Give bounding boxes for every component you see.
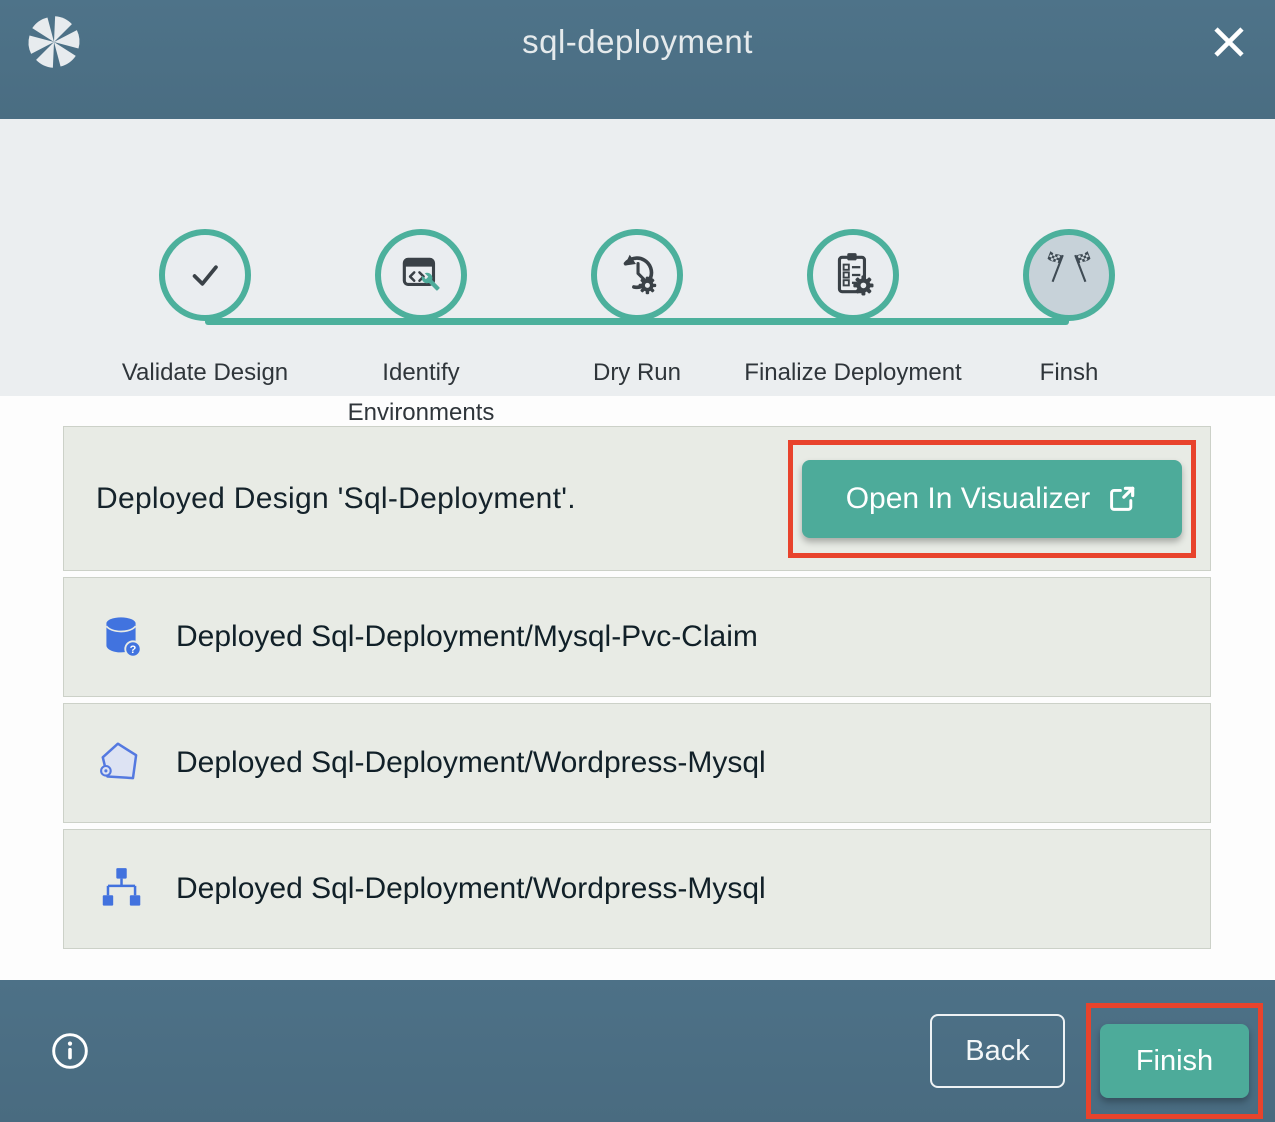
step-circle <box>1023 229 1115 321</box>
external-link-icon <box>1106 483 1138 515</box>
result-row-text: Deployed Sql-Deployment/Wordpress-Mysql <box>176 872 766 906</box>
deployment-wizard-dialog: sql-deployment Validate Design <box>0 0 1275 1122</box>
open-in-visualizer-button[interactable]: Open In Visualizer <box>802 460 1182 538</box>
step-label: Finsh <box>959 353 1179 393</box>
result-row-mysql-pvc-claim: ? Deployed Sql-Deployment/Mysql-Pvc-Clai… <box>63 577 1211 697</box>
result-row-wordpress-mysql-1: Deployed Sql-Deployment/Wordpress-Mysql <box>63 703 1211 823</box>
step-label: Finalize Deployment <box>743 353 963 393</box>
step-label: Identify Environments <box>311 353 531 433</box>
close-x-icon <box>1211 24 1247 60</box>
dialog-footer: Back Finish <box>0 980 1275 1122</box>
dialog-title: sql-deployment <box>0 23 1275 61</box>
close-button[interactable] <box>1209 22 1249 62</box>
step-finalize-deployment: Finalize Deployment <box>743 119 963 393</box>
svg-text:?: ? <box>130 644 137 656</box>
check-icon <box>180 250 230 300</box>
info-icon <box>50 1031 90 1071</box>
step-circle <box>807 229 899 321</box>
result-row-text: Deployed Sql-Deployment/Wordpress-Mysql <box>176 746 766 780</box>
highlight-box-finish: Finish <box>1086 1003 1263 1119</box>
database-icon: ? <box>96 612 146 662</box>
result-row-text: Deployed Sql-Deployment/Mysql-Pvc-Claim <box>176 620 758 654</box>
clipboard-gear-icon <box>828 250 878 300</box>
step-validate-design: Validate Design <box>95 119 315 393</box>
step-finish: Finsh <box>959 119 1179 393</box>
step-label: Dry Run <box>527 353 747 393</box>
open-in-visualizer-label: Open In Visualizer <box>846 482 1091 516</box>
step-label: Validate Design <box>95 353 315 393</box>
step-identify-environments: Identify Environments <box>311 119 531 433</box>
finish-flags-icon <box>1038 244 1100 306</box>
result-row-wordpress-mysql-2: Deployed Sql-Deployment/Wordpress-Mysql <box>63 829 1211 949</box>
dry-run-sync-gear-icon <box>612 250 662 300</box>
deploy-summary-text: Deployed Design 'Sql-Deployment'. <box>96 482 576 516</box>
step-dry-run: Dry Run <box>527 119 747 393</box>
info-button[interactable] <box>50 1031 90 1071</box>
finish-button[interactable]: Finish <box>1100 1024 1249 1098</box>
deploy-summary-row: Deployed Design 'Sql-Deployment'. Open I… <box>63 426 1211 571</box>
dialog-header: sql-deployment <box>0 0 1275 119</box>
step-circle <box>375 229 467 321</box>
step-circle <box>591 229 683 321</box>
highlight-box-visualizer: Open In Visualizer <box>788 440 1196 558</box>
workload-tree-icon <box>96 864 146 914</box>
code-wrench-icon <box>396 250 446 300</box>
wizard-stepper: Validate Design Identify Environment <box>0 119 1275 396</box>
pentagon-shape-icon <box>96 738 146 788</box>
deployment-results: Deployed Design 'Sql-Deployment'. Open I… <box>0 396 1275 980</box>
back-button[interactable]: Back <box>930 1014 1065 1088</box>
step-circle <box>159 229 251 321</box>
